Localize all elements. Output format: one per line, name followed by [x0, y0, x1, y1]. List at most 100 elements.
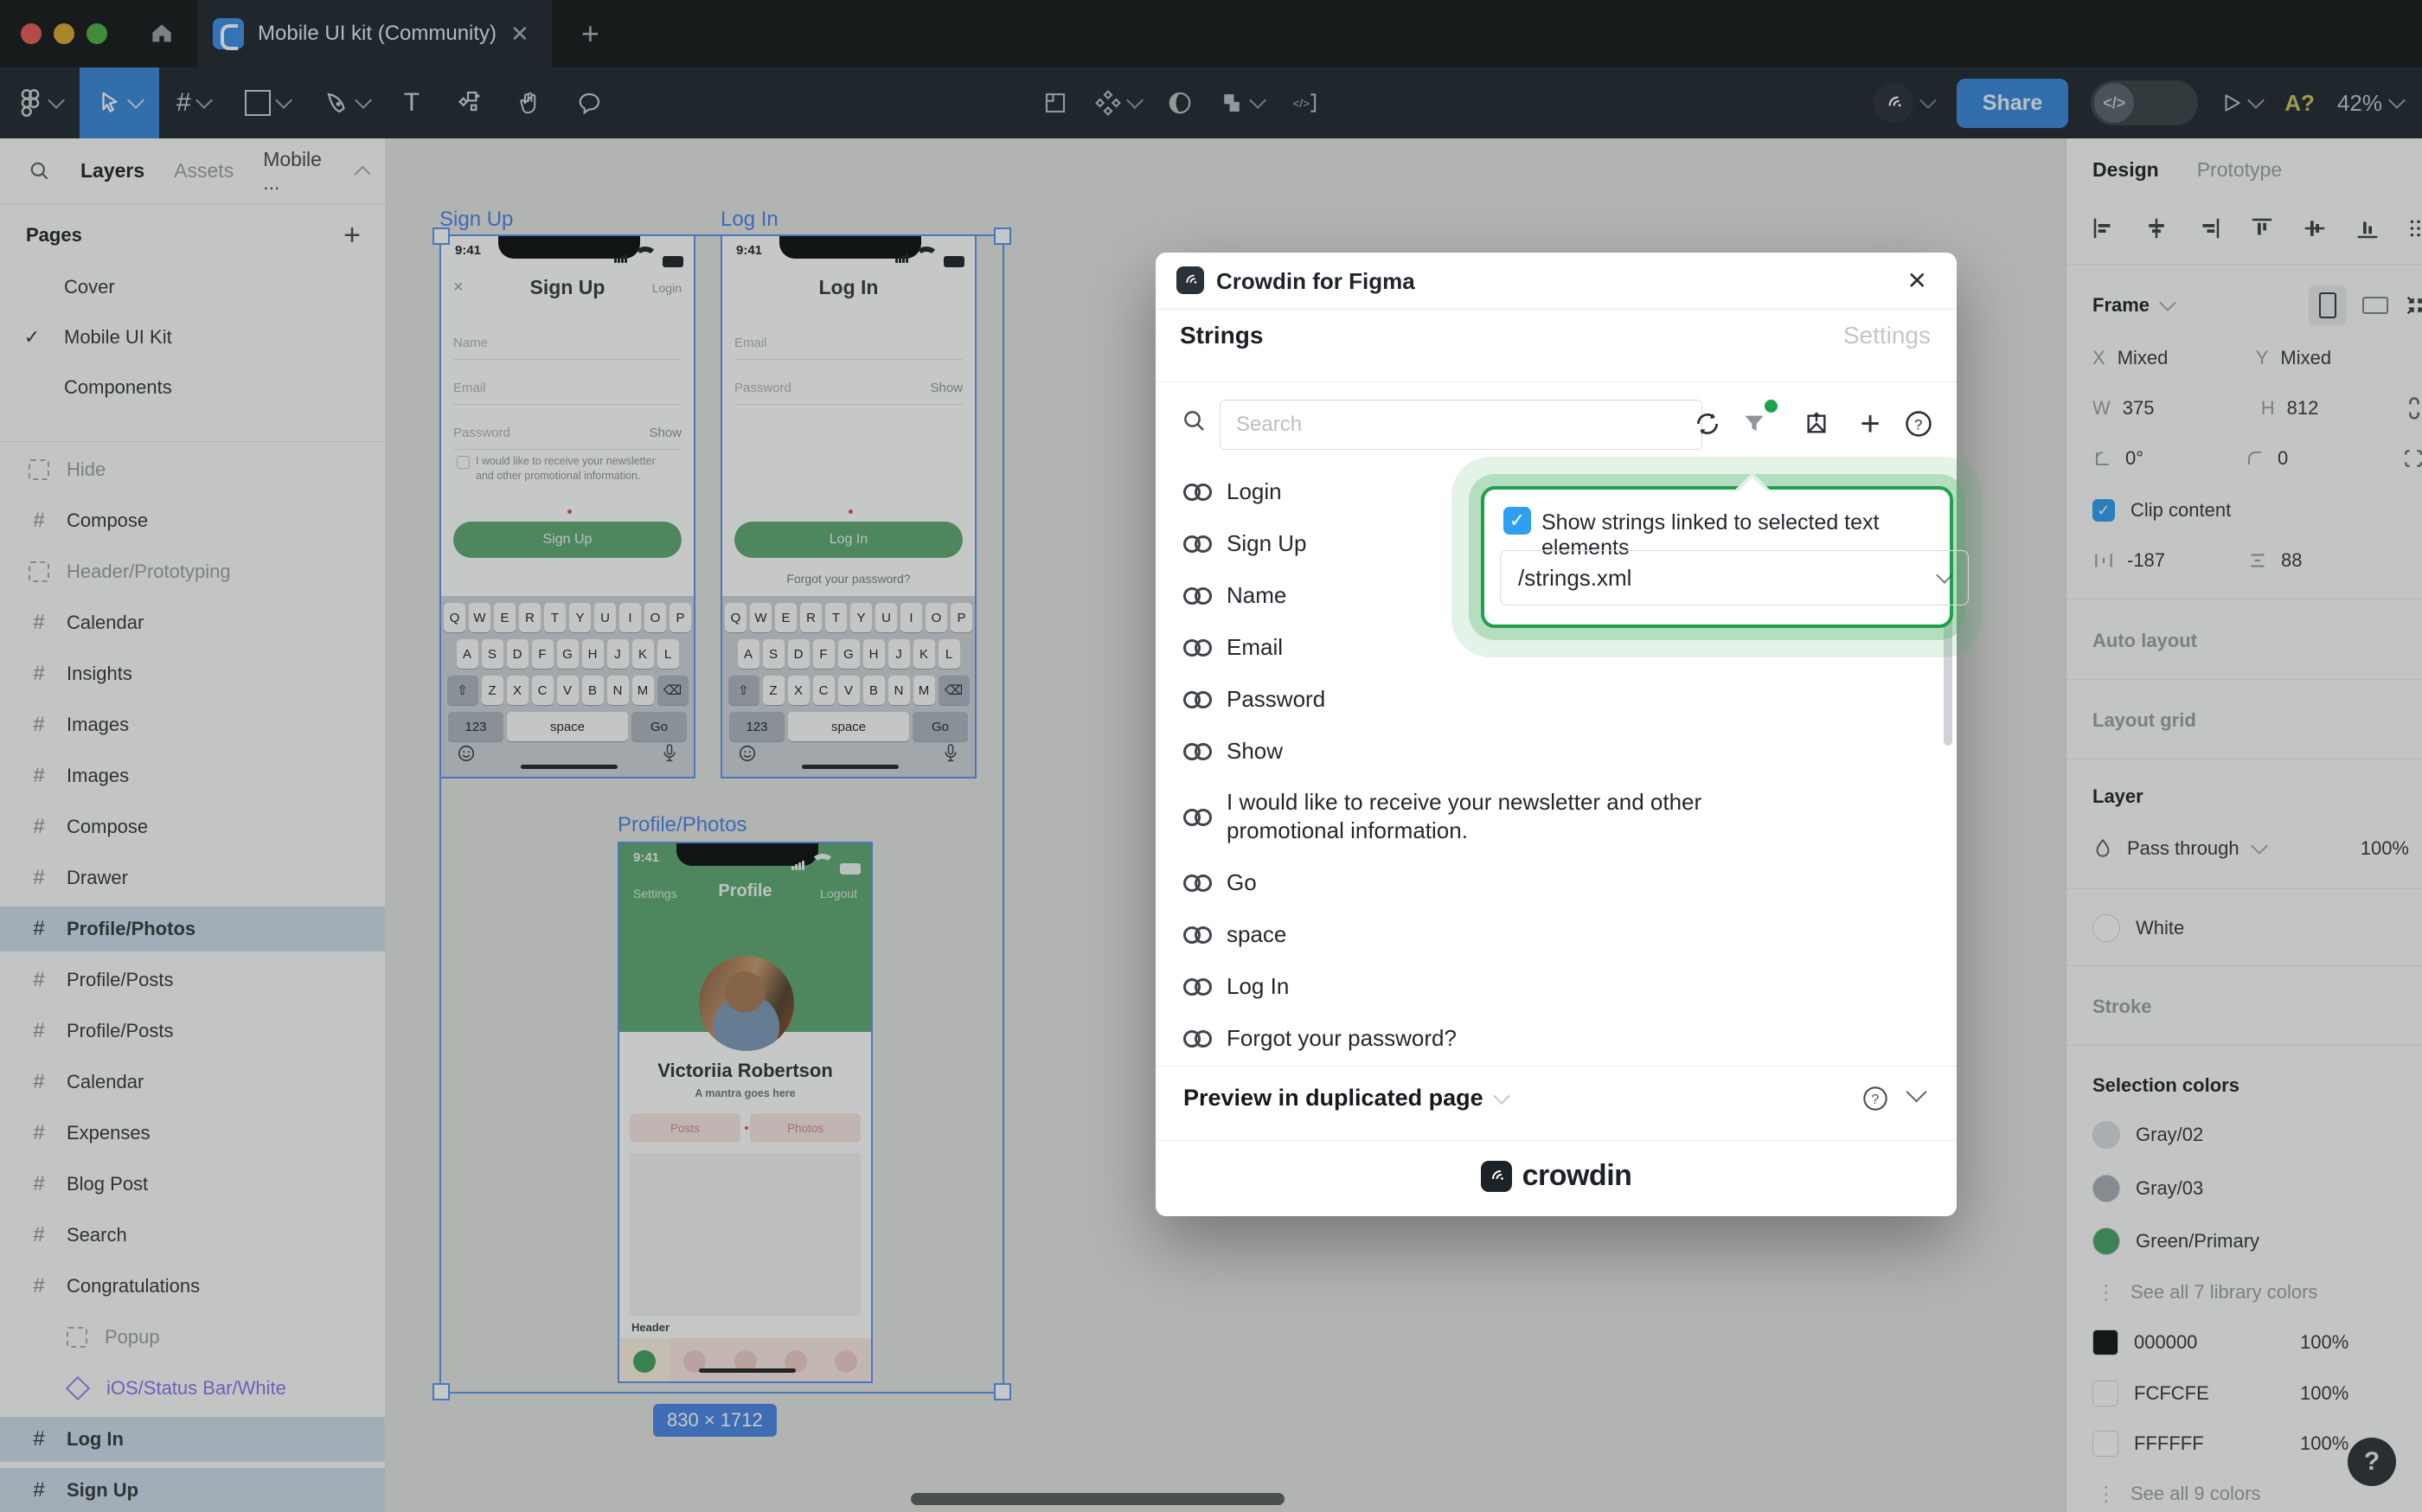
h-value[interactable]: 812 [2287, 397, 2319, 420]
align-left-icon[interactable] [2091, 215, 2117, 241]
vertical-gap-value[interactable]: 88 [2281, 549, 2302, 572]
move-tool-button[interactable] [80, 67, 159, 138]
present-button[interactable] [2220, 92, 2262, 114]
sync-icon[interactable] [1687, 403, 1728, 445]
layer-row-selected[interactable]: #Profile/Photos [0, 907, 385, 951]
component-library-icon[interactable] [1094, 89, 1141, 117]
color-swatch[interactable] [2092, 1329, 2118, 1355]
tidy-up-icon[interactable] [2407, 217, 2422, 240]
frame-label-login[interactable]: Log In [721, 208, 778, 232]
close-tab-icon[interactable]: ✕ [510, 21, 529, 48]
align-top-icon[interactable] [2249, 215, 2275, 241]
string-row[interactable]: space [1156, 908, 1957, 960]
frame-tool-button[interactable]: # [159, 67, 227, 138]
tab-assets[interactable]: Assets [174, 159, 234, 183]
missing-fonts-indicator[interactable]: A? [2284, 90, 2315, 117]
tab-settings[interactable]: Settings [1843, 322, 1931, 349]
selection-color-row[interactable]: Gray/03 [2066, 1168, 2422, 1209]
export-strings-icon[interactable] [1796, 403, 1837, 445]
dev-resources-icon[interactable]: </> [1290, 90, 1319, 116]
y-value[interactable]: Mixed [2280, 347, 2331, 369]
selection-color-value-row[interactable]: 000000 100% [2066, 1322, 2422, 1363]
layer-row-selected[interactable]: #Sign Up [0, 1468, 385, 1512]
string-row[interactable]: Show [1156, 725, 1957, 777]
landscape-orientation-button[interactable] [2362, 297, 2388, 314]
fill-name[interactable]: White [2136, 917, 2184, 939]
strings-file-dropdown[interactable]: /strings.xml [1500, 550, 1969, 605]
search-icon[interactable] [29, 160, 51, 183]
align-bottom-icon[interactable] [2355, 215, 2380, 241]
shape-tool-button[interactable] [227, 67, 307, 138]
expand-preview-icon[interactable] [1906, 1081, 1926, 1102]
layer-row[interactable]: #Insights [0, 651, 385, 696]
layer-row[interactable]: #Search [0, 1213, 385, 1258]
preview-help-icon[interactable]: ? [1861, 1085, 1889, 1112]
add-string-icon[interactable]: + [1849, 403, 1891, 445]
selection-handle[interactable] [994, 1383, 1011, 1400]
string-row[interactable]: Forgot your password? [1156, 1012, 1957, 1064]
show-linked-checkbox[interactable]: ✓ [1503, 507, 1531, 535]
dev-mode-toggle[interactable]: </> [2091, 80, 2198, 125]
layer-row[interactable]: #Congratulations [0, 1264, 385, 1309]
layer-row[interactable]: #Profile/Posts [0, 958, 385, 1003]
layer-row[interactable]: #Images [0, 753, 385, 798]
file-name-truncated[interactable]: Mobile ... [263, 148, 340, 195]
share-button[interactable]: Share [1957, 79, 2068, 128]
page-item[interactable]: Cover [0, 262, 385, 312]
tab-strings[interactable]: Strings [1180, 322, 1263, 349]
help-icon[interactable]: ? [1898, 403, 1939, 445]
rotation-value[interactable]: 0° [2125, 447, 2208, 470]
layer-row[interactable]: Popup [0, 1315, 385, 1360]
clip-content-checkbox[interactable]: ✓ [2092, 499, 2115, 522]
layer-row[interactable]: #Drawer [0, 855, 385, 900]
tab-design[interactable]: Design [2092, 158, 2159, 182]
layer-row[interactable]: #Calendar [0, 1060, 385, 1105]
hand-tool-button[interactable] [499, 67, 560, 138]
collapse-panel-icon[interactable] [354, 165, 370, 182]
string-row[interactable]: Go [1156, 856, 1957, 908]
horizontal-gap-value[interactable]: -187 [2127, 549, 2210, 572]
frame-label-profile[interactable]: Profile/Photos [618, 813, 746, 837]
tab-prototype[interactable]: Prototype [2197, 158, 2282, 182]
minimize-window-icon[interactable] [54, 23, 74, 44]
home-icon[interactable] [140, 20, 183, 48]
comment-tool-button[interactable] [560, 67, 620, 138]
layer-row[interactable]: #Blog Post [0, 1162, 385, 1207]
new-tab-button[interactable]: + [552, 16, 629, 52]
layer-opacity[interactable]: 100% [2361, 837, 2409, 860]
help-button[interactable]: ? [2348, 1438, 2396, 1486]
selection-handle[interactable] [432, 227, 450, 245]
horizontal-scrollbar[interactable] [911, 1493, 1285, 1505]
main-menu-button[interactable] [0, 67, 80, 138]
frame-label-signup[interactable]: Sign Up [439, 208, 513, 232]
selection-color-row[interactable]: Gray/02 [2066, 1114, 2422, 1156]
string-row[interactable]: Email [1156, 621, 1957, 673]
current-user-avatar[interactable] [1874, 83, 1934, 123]
layer-row[interactable]: #Compose [0, 804, 385, 849]
constrain-proportions-icon[interactable] [2404, 395, 2422, 421]
selection-color-row[interactable]: Green/Primary [2066, 1220, 2422, 1262]
layer-row[interactable]: #Expenses [0, 1111, 385, 1156]
see-all-library-colors[interactable]: ⋮See all 7 library colors [2066, 1273, 2422, 1311]
independent-corners-icon[interactable] [2402, 447, 2422, 470]
fill-swatch[interactable] [2092, 914, 2120, 942]
page-item[interactable]: Components [0, 362, 385, 413]
portrait-orientation-button[interactable] [2309, 285, 2347, 325]
color-swatch[interactable] [2092, 1381, 2118, 1406]
close-modal-icon[interactable]: ✕ [1907, 266, 1927, 295]
align-right-icon[interactable] [2196, 215, 2222, 241]
zoom-window-icon[interactable] [86, 23, 107, 44]
layer-row[interactable]: #Profile/Posts [0, 1009, 385, 1054]
color-swatch[interactable] [2092, 1175, 2120, 1202]
layer-row[interactable]: Header/Prototyping [0, 549, 385, 594]
pages-panel-icon[interactable] [1042, 90, 1068, 116]
layer-row[interactable]: #Images [0, 702, 385, 747]
layer-row-selected[interactable]: #Log In [0, 1417, 385, 1462]
boolean-union-icon[interactable] [1219, 90, 1264, 116]
frame-section-header[interactable]: Frame [2092, 294, 2150, 317]
page-item-active[interactable]: ✓ Mobile UI Kit [0, 312, 385, 362]
string-row[interactable]: I would like to receive your newsletter … [1156, 777, 1957, 856]
shrink-to-fit-icon[interactable] [2404, 293, 2422, 317]
layer-row[interactable]: Hide [0, 447, 385, 492]
layer-row-component[interactable]: iOS/Status Bar/White [0, 1366, 385, 1411]
